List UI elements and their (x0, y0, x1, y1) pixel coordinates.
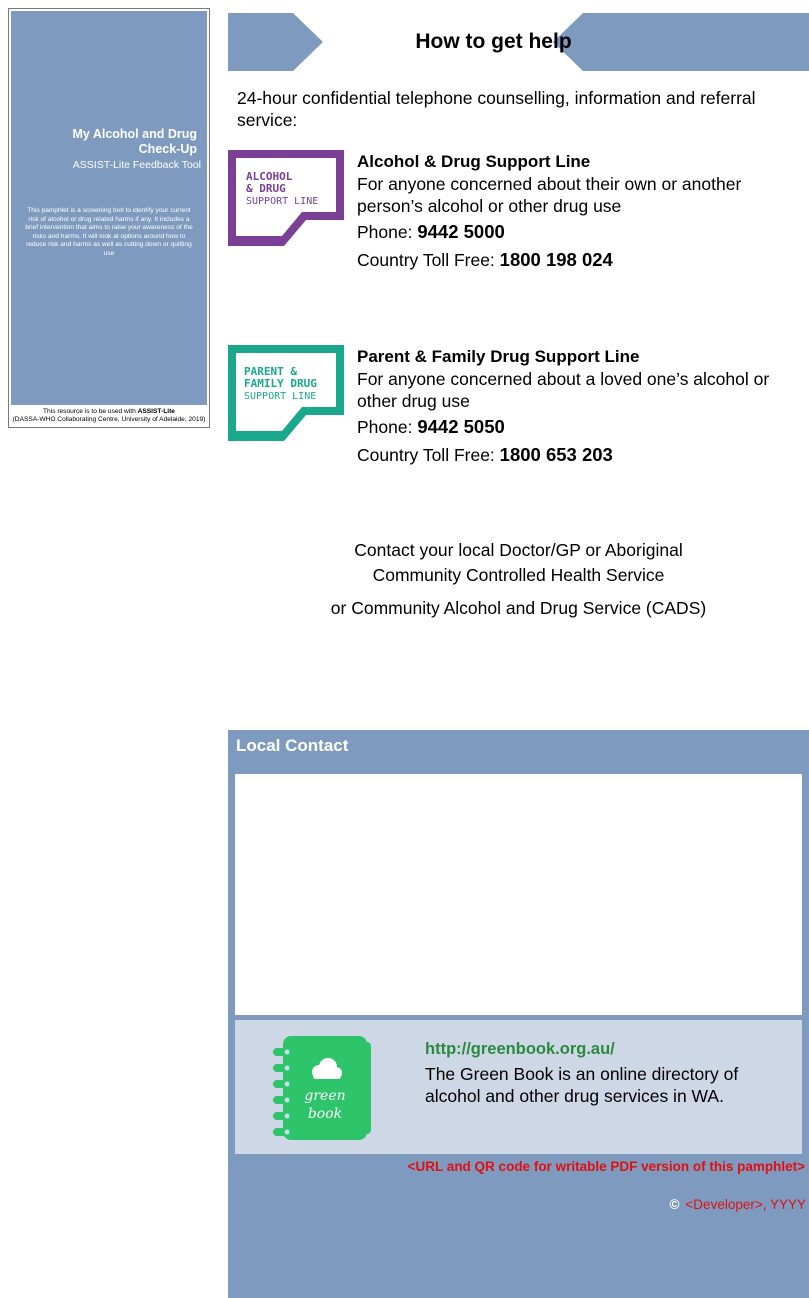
adsl-phone: Phone: 9442 5000 (357, 221, 809, 243)
adsl-toll-label: Country Toll Free: (357, 250, 500, 270)
intro-text: 24-hour confidential telephone counselli… (237, 88, 756, 130)
contact-info: Contact your local Doctor/GP or Aborigin… (228, 538, 809, 621)
pfdsl-logo-line3: SUPPORT LINE (244, 391, 316, 402)
adsl-phone-number[interactable]: 9442 5000 (417, 221, 504, 242)
adsl-logo-line2: & DRUG (246, 182, 286, 195)
adsl-logo-graphic: ALCOHOL & DRUG SUPPORT LINE (228, 150, 344, 246)
greenbook-section: green book http://greenbook.org.au/ The … (235, 1020, 802, 1154)
cover-footer-bold: ASSIST-Lite (137, 408, 175, 415)
copyright-symbol: © (669, 1197, 680, 1212)
adsl-phone-label: Phone: (357, 222, 418, 242)
cover-title-line1: My Alcohol and Drug (72, 127, 197, 141)
pfdsl-logo-line2: FAMILY DRUG (244, 377, 317, 390)
developer-credit: © <Developer>, YYYY (669, 1197, 806, 1212)
greenbook-logo-icon: green book (273, 1034, 377, 1142)
local-contact-field[interactable] (235, 774, 802, 1015)
adsl-name: Alcohol & Drug Support Line (357, 152, 591, 171)
adsl-logo-line3: SUPPORT LINE (246, 196, 318, 207)
cover-panel: My Alcohol and Drug Check-Up ASSIST-Lite… (11, 11, 207, 425)
pfdsl-description: For anyone concerned about a loved one’s… (357, 369, 770, 411)
pfdsl-phone: Phone: 9442 5050 (357, 416, 809, 438)
page-title: How to get help (415, 30, 572, 53)
greenbook-logo-line1: green (304, 1088, 345, 1104)
adsl-logo: ALCOHOL & DRUG SUPPORT LINE (228, 150, 344, 246)
pamphlet-cover-thumbnail: My Alcohol and Drug Check-Up ASSIST-Lite… (8, 8, 210, 428)
contact-line2: Community Controlled Health Service (372, 565, 665, 585)
adsl-details: Alcohol & Drug Support Line For anyone c… (357, 150, 809, 271)
adsl-tollfree: Country Toll Free: 1800 198 024 (357, 249, 809, 271)
local-contact-title: Local Contact (236, 736, 349, 755)
greenbook-link[interactable]: http://greenbook.org.au/ (425, 1038, 795, 1060)
cover-footer-citation: (DASSA-WHO Collaborating Centre, Univers… (12, 416, 206, 423)
contact-line3: or Community Alcohol and Drug Service (C… (330, 598, 707, 618)
pfdsl-phone-number[interactable]: 9442 5050 (417, 416, 504, 437)
greenbook-text: http://greenbook.org.au/ The Green Book … (425, 1038, 795, 1107)
cover-description: This pamphlet is a screening tool to ide… (25, 207, 193, 257)
pfdsl-toll-label: Country Toll Free: (357, 445, 500, 465)
greenbook-logo-line2: book (308, 1106, 342, 1122)
cover-footer-prefix: This resource is to be used with (43, 408, 138, 415)
header-banner: How to get help (228, 13, 809, 71)
contact-line1: Contact your local Doctor/GP or Aborigin… (354, 540, 683, 560)
greenbook-logo-graphic: green book (273, 1036, 371, 1140)
pfdsl-tollfree: Country Toll Free: 1800 653 203 (357, 444, 809, 466)
local-contact-panel: Local Contact green book http://greenboo… (228, 730, 809, 1298)
pdf-url-placeholder: <URL and QR code for writable PDF versio… (407, 1159, 805, 1174)
adsl-description: For anyone concerned about their own or … (357, 174, 742, 216)
adsl-toll-number[interactable]: 1800 198 024 (500, 249, 613, 270)
pfdsl-name: Parent & Family Drug Support Line (357, 347, 640, 366)
pfdsl-logo-graphic: PARENT & FAMILY DRUG SUPPORT LINE (228, 345, 344, 441)
cover-title: My Alcohol and Drug Check-Up (15, 127, 197, 157)
cover-footer: This resource is to be used with ASSIST-… (11, 405, 207, 425)
pfdsl-phone-label: Phone: (357, 417, 418, 437)
developer-year: <Developer>, YYYY (685, 1197, 806, 1212)
cover-title-line2: Check-Up (138, 142, 197, 156)
cover-subtitle: ASSIST-Lite Feedback Tool (72, 159, 201, 171)
pfdsl-toll-number[interactable]: 1800 653 203 (500, 444, 613, 465)
pfdsl-logo: PARENT & FAMILY DRUG SUPPORT LINE (228, 345, 344, 441)
greenbook-description: The Green Book is an online directory of… (425, 1064, 739, 1106)
pfdsl-details: Parent & Family Drug Support Line For an… (357, 345, 809, 466)
